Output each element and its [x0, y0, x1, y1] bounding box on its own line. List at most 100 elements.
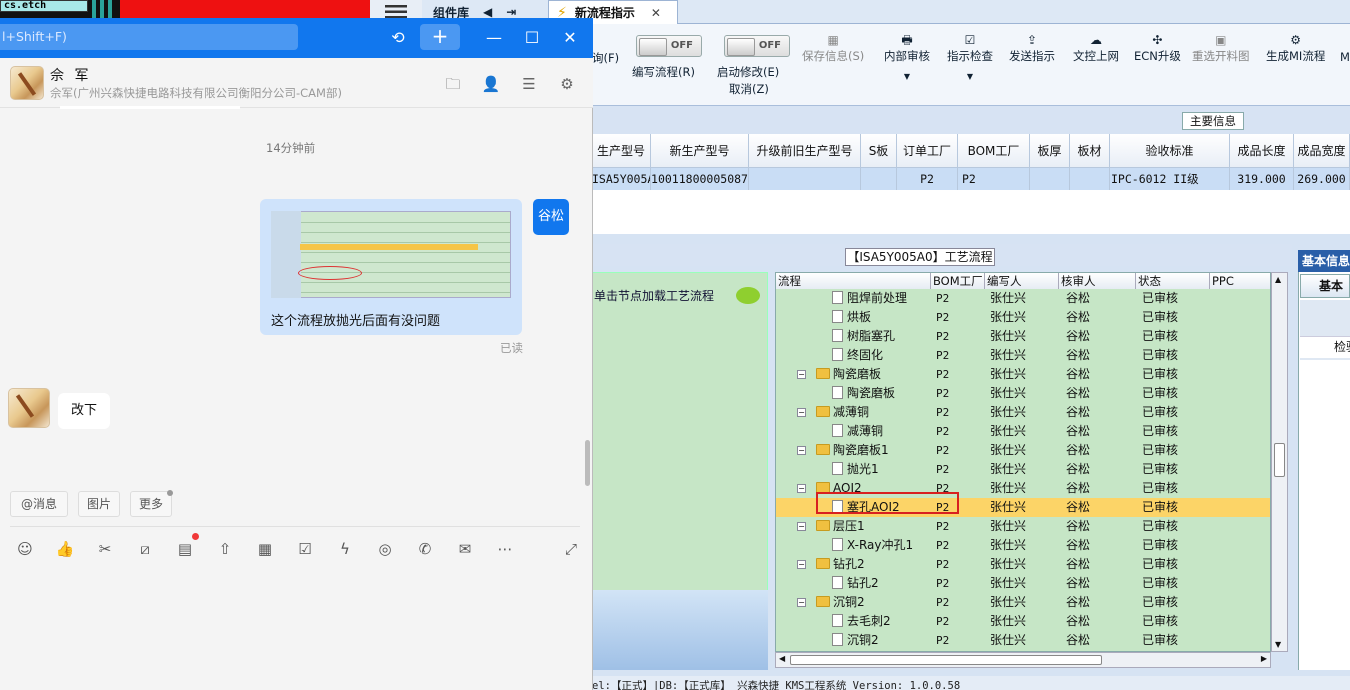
scroll-left-icon[interactable]: ◀ — [779, 654, 785, 663]
tree-row[interactable]: 抛光1 P2 张仕兴 谷松 已审核 — [776, 460, 1270, 479]
more-options-icon[interactable]: ⋯ — [494, 538, 516, 560]
grid-cell[interactable]: IPC-6012 II级 — [1110, 168, 1230, 190]
reply-message-bubble[interactable]: 改下 — [58, 393, 110, 429]
tree-row[interactable]: − 陶瓷磨板1 P2 张仕兴 谷松 已审核 — [776, 441, 1270, 460]
image-filter-button[interactable]: 图片 — [78, 491, 120, 517]
start-modify-switch[interactable]: OFF — [724, 35, 790, 57]
grid-cell[interactable] — [1070, 168, 1110, 190]
save-info-button[interactable]: ▦ 保存信息(S) — [802, 32, 864, 64]
grid-cell[interactable]: 10011800005087 — [651, 168, 749, 190]
tree-vertical-scrollbar[interactable]: ▲ ▼ — [1271, 272, 1288, 652]
tree-row[interactable]: 树脂塞孔 P2 张仕兴 谷松 已审核 — [776, 327, 1270, 346]
grid-header[interactable]: 升级前旧生产型号 — [749, 134, 861, 168]
folder-icon[interactable]: 🗀 — [443, 74, 463, 94]
grid-header[interactable]: 验收标准 — [1110, 134, 1230, 168]
grid-cell[interactable] — [861, 168, 897, 190]
flow-title-tab[interactable]: 【ISA5Y005A0】工艺流程 — [845, 248, 995, 266]
scroll-up-icon[interactable]: ▲ — [1275, 275, 1281, 284]
history-icon[interactable]: ⟲ — [386, 26, 410, 50]
h-scroll-thumb[interactable] — [790, 655, 1102, 665]
close-tab-icon[interactable]: ✕ — [651, 6, 661, 20]
toolbar-overflow-item[interactable]: M — [1340, 50, 1350, 64]
grid-header[interactable]: 板材 — [1070, 134, 1110, 168]
tree-row[interactable]: 终固化 P2 张仕兴 谷松 已审核 — [776, 346, 1270, 365]
scissors-icon[interactable]: ✂ — [94, 538, 116, 560]
tree-row[interactable]: 减薄铜 P2 张仕兴 谷松 已审核 — [776, 422, 1270, 441]
grid-cell[interactable] — [749, 168, 861, 190]
collapse-toggle-icon[interactable]: − — [797, 408, 806, 417]
tree-row[interactable]: 阻焊前处理 P2 张仕兴 谷松 已审核 — [776, 289, 1270, 308]
tree-row[interactable]: 钻孔2 P2 张仕兴 谷松 已审核 — [776, 574, 1270, 593]
ecn-upgrade-button[interactable]: ✣ ECN升级 — [1134, 32, 1181, 64]
tree-header[interactable]: 编写人 — [985, 273, 1059, 289]
tree-row[interactable]: X-Ray冲孔1 P2 张仕兴 谷松 已审核 — [776, 536, 1270, 555]
scroll-thumb[interactable] — [1274, 443, 1285, 477]
send-instruction-button[interactable]: ⇪ 发送指示 — [1009, 32, 1055, 64]
grid-cell[interactable]: 269.000 — [1294, 168, 1350, 190]
grid-header[interactable]: 生产型号 — [592, 134, 651, 168]
grid-header[interactable]: S板 — [861, 134, 897, 168]
cancel-button[interactable]: 取消(Z) — [729, 81, 769, 97]
grid-cell[interactable]: 319.000 — [1230, 168, 1294, 190]
grid-header[interactable]: 订单工厂 — [897, 134, 958, 168]
grid-cell[interactable]: P2 — [958, 168, 1030, 190]
tree-row[interactable]: − 沉铜2 P2 张仕兴 谷松 已审核 — [776, 593, 1270, 612]
note-add-icon[interactable]: ▤ — [174, 538, 196, 560]
internal-review-button[interactable]: 🖶 内部审核 ▼ — [884, 32, 930, 81]
settings-icon[interactable]: ⚙ — [557, 74, 577, 94]
tree-horizontal-scrollbar[interactable]: ◀ ▶ — [775, 652, 1271, 668]
query-button[interactable]: 询(F) — [592, 50, 619, 66]
grid-cell[interactable]: ISA5Y005A0 — [592, 168, 651, 190]
expand-icon[interactable]: ⤢ — [560, 538, 582, 560]
collapse-toggle-icon[interactable]: − — [797, 484, 806, 493]
tree-row[interactable]: − 减薄铜 P2 张仕兴 谷松 已审核 — [776, 403, 1270, 422]
search-history-icon[interactable]: ☰ — [519, 74, 539, 94]
collapse-toggle-icon[interactable]: − — [797, 446, 806, 455]
tree-header[interactable]: PPC — [1210, 273, 1270, 289]
tree-header[interactable]: 流程 — [776, 273, 931, 289]
tab-prev-icon[interactable]: ◀ — [483, 5, 492, 19]
scroll-right-icon[interactable]: ▶ — [1261, 654, 1267, 663]
tree-row[interactable]: 烘板 P2 张仕兴 谷松 已审核 — [776, 308, 1270, 327]
add-user-icon[interactable]: 👤 — [481, 74, 501, 94]
contact-avatar[interactable] — [10, 66, 44, 100]
tree-row[interactable]: − 钻孔2 P2 张仕兴 谷松 已审核 — [776, 555, 1270, 574]
minimize-icon[interactable]: — — [482, 26, 506, 50]
collapse-toggle-icon[interactable]: − — [797, 370, 806, 379]
thumbs-up-icon[interactable]: 👍 — [54, 538, 76, 560]
mail-icon[interactable]: ✉ — [454, 538, 476, 560]
tree-row[interactable]: 沉铜2 P2 张仕兴 谷松 已审核 — [776, 631, 1270, 650]
grid-header[interactable]: 新生产型号 — [651, 134, 749, 168]
my-avatar[interactable]: 谷松 — [533, 199, 569, 235]
tree-row[interactable]: 陶瓷磨板 P2 张仕兴 谷松 已审核 — [776, 384, 1270, 403]
tree-row[interactable]: − 层压1 P2 张仕兴 谷松 已审核 — [776, 517, 1270, 536]
tree-header[interactable]: 核审人 — [1059, 273, 1136, 289]
add-button[interactable]: + — [420, 24, 460, 50]
scroll-down-icon[interactable]: ▼ — [1275, 640, 1281, 649]
main-info-tab[interactable]: 主要信息 — [1182, 112, 1244, 130]
screen-share-icon[interactable]: ◎ — [374, 538, 396, 560]
grid-header[interactable]: 成品宽度 — [1294, 134, 1350, 168]
collapse-toggle-icon[interactable]: − — [797, 560, 806, 569]
tree-row[interactable]: − 陶瓷磨板 P2 张仕兴 谷松 已审核 — [776, 365, 1270, 384]
basic-info-row[interactable]: 检验 — [1300, 336, 1350, 358]
generate-mi-button[interactable]: ⚙ 生成MI流程 — [1266, 32, 1325, 64]
task-check-icon[interactable]: ☑ — [294, 538, 316, 560]
tree-row[interactable]: 去毛刺2 P2 张仕兴 谷松 已审核 — [776, 612, 1270, 631]
tree-header[interactable]: 状态 — [1136, 273, 1210, 289]
slash-command-icon[interactable]: ⧄ — [134, 538, 156, 560]
chat-scrollbar[interactable] — [585, 440, 590, 486]
search-input[interactable]: l+Shift+F) — [0, 24, 298, 50]
tree-header[interactable]: BOM工厂 — [931, 273, 985, 289]
tab-basic[interactable]: 基本 — [1300, 274, 1350, 298]
doc-upload-button[interactable]: ☁ 文控上网 — [1073, 32, 1119, 64]
grid-header[interactable]: BOM工厂 — [958, 134, 1030, 168]
grid-cell[interactable] — [1030, 168, 1070, 190]
collapse-toggle-icon[interactable]: − — [797, 522, 806, 531]
phone-icon[interactable]: ✆ — [414, 538, 436, 560]
maximize-icon[interactable]: ☐ — [520, 26, 544, 50]
grid-cell[interactable]: P2 — [897, 168, 958, 190]
instruction-check-button[interactable]: ☑ 指示检查 ▼ — [947, 32, 993, 81]
collapse-toggle-icon[interactable]: − — [797, 598, 806, 607]
grid-header[interactable]: 板厚 — [1030, 134, 1070, 168]
